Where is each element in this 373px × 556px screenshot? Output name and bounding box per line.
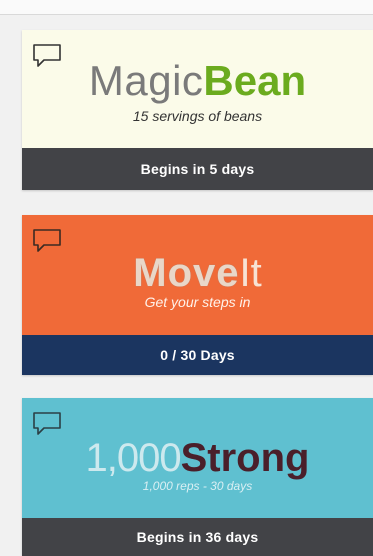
challenge-title-bold: Move bbox=[133, 251, 240, 295]
challenge-title: MoveIt bbox=[22, 253, 373, 293]
top-header-strip bbox=[0, 0, 373, 15]
comment-icon[interactable] bbox=[31, 411, 63, 437]
challenge-title: 1,000Strong bbox=[22, 438, 373, 478]
challenge-subtitle: 15 servings of beans bbox=[132, 108, 263, 124]
challenge-card-moveit[interactable]: MoveIt Get your steps in 0 / 30 Days bbox=[22, 215, 373, 375]
challenge-title-bold: Bean bbox=[203, 57, 307, 104]
challenge-title-bold: Strong bbox=[180, 436, 310, 480]
challenge-card-body[interactable]: MoveIt Get your steps in bbox=[22, 215, 373, 335]
challenge-title-light: Magic bbox=[88, 57, 204, 104]
challenge-status-bar[interactable]: Begins in 36 days bbox=[22, 518, 373, 556]
challenge-subtitle: 1,000 reps - 30 days bbox=[142, 479, 253, 493]
challenge-progress-bar[interactable]: 0 / 30 Days bbox=[22, 335, 373, 375]
challenge-status-bar[interactable]: Begins in 5 days bbox=[22, 148, 373, 190]
challenge-list-screen: MagicBean 15 servings of beans Begins in… bbox=[0, 0, 373, 556]
challenge-title: MagicBean bbox=[22, 60, 373, 102]
challenge-card-magicbean[interactable]: MagicBean 15 servings of beans Begins in… bbox=[22, 30, 373, 190]
challenge-title-light: 1,000 bbox=[85, 436, 182, 480]
challenge-card-1000strong[interactable]: 1,000Strong 1,000 reps - 30 days Begins … bbox=[22, 398, 373, 556]
challenge-card-body[interactable]: 1,000Strong 1,000 reps - 30 days bbox=[22, 398, 373, 518]
challenge-title-light: It bbox=[239, 251, 262, 295]
comment-icon[interactable] bbox=[31, 228, 63, 254]
challenge-card-body[interactable]: MagicBean 15 servings of beans bbox=[22, 30, 373, 148]
challenge-subtitle: Get your steps in bbox=[144, 294, 251, 310]
